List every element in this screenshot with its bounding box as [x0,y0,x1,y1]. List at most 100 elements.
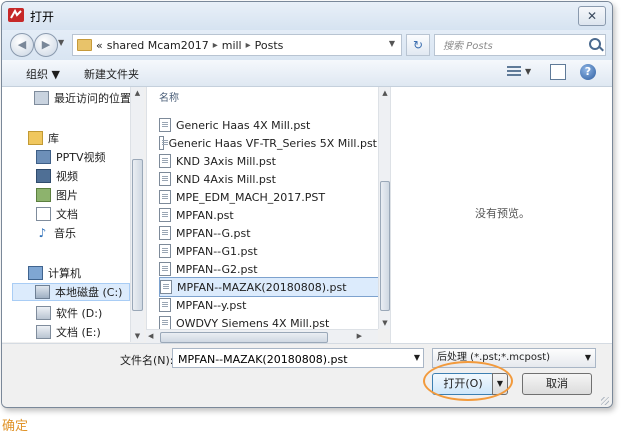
file-item[interactable]: MPFAN--G.pst [159,224,377,242]
breadcrumb-separator-icon[interactable]: ▸ [213,40,218,51]
nav-item-videos[interactable]: 视频 [36,167,78,185]
file-name: KND 3Axis Mill.pst [176,154,276,168]
pst-file-icon [159,190,171,204]
nav-item-pptv[interactable]: PPTV视频 [36,148,106,166]
nav-item-library[interactable]: 库 [28,129,59,147]
caption-text: 确定 [2,419,29,434]
file-item[interactable]: Generic Haas VF-TR_Series 5X Mill.pst [159,134,377,152]
new-folder-button[interactable]: 新建文件夹 [84,66,139,82]
app-icon [8,8,24,22]
organize-menu[interactable]: 组织 ▼ [26,66,60,82]
nav-item-local-disk-c[interactable]: 本地磁盘 (C:) [12,283,130,301]
file-name: Generic Haas VF-TR_Series 5X Mill.pst [168,136,377,150]
file-item[interactable]: MPFAN--G2.pst [159,260,377,278]
file-item[interactable]: Generic Haas 4X Mill.pst [159,116,377,134]
scroll-thumb[interactable] [160,332,328,343]
preview-pane-icon[interactable] [550,64,566,80]
cancel-button[interactable]: 取消 [522,373,592,395]
nav-item-pictures[interactable]: 图片 [36,186,78,204]
recent-places-icon [34,91,49,105]
breadcrumb-separator-icon[interactable]: ▸ [246,40,251,51]
recent-pages-dropdown[interactable]: ▼ [58,38,64,47]
file-item[interactable]: KND 3Axis Mill.pst [159,152,377,170]
pst-file-icon [159,262,171,276]
video-icon [36,169,51,183]
breadcrumb-mill[interactable]: mill [222,39,242,52]
nav-item-label: 文档 [56,208,78,221]
pst-file-icon [159,172,171,186]
forward-button[interactable]: ▶ [34,33,58,57]
address-bar[interactable]: « shared Mcam2017 ▸ mill ▸ Posts ▼ [72,34,402,56]
preview-pane: 没有预览。 [390,87,612,343]
close-button[interactable]: ✕ [578,6,606,26]
window-title: 打开 [30,10,55,24]
file-name: MPFAN.pst [176,208,234,222]
pst-file-icon [159,208,171,222]
pst-file-icon [159,136,168,150]
nav-item-label: 本地磁盘 (C:) [55,286,123,299]
drive-icon [36,306,51,320]
title-bar: 打开 ✕ [2,2,612,30]
navigation-pane: 最近访问的位置 库 PPTV视频 视频 图片 文档 ♪ 音乐 计算机 本地磁盘 … [2,87,130,342]
file-item[interactable]: MPFAN.pst [159,206,377,224]
pst-file-icon [159,118,171,132]
file-item[interactable]: OWDVY Siemens 4X Mill.pst [159,314,377,329]
address-row: ◀ ▶ ▼ « shared Mcam2017 ▸ mill ▸ Posts ▼… [2,30,612,60]
file-item[interactable]: MPFAN--G1.pst [159,242,377,260]
filename-combobox[interactable]: ▼ [172,348,424,368]
file-name: MPFAN--y.pst [176,298,247,312]
computer-icon [28,266,43,280]
refresh-button[interactable]: ↻ [406,34,430,56]
scroll-right-icon[interactable]: ▶ [357,332,362,340]
breadcrumb-overflow[interactable]: « [96,39,103,52]
file-item[interactable]: MPFAN--y.pst [159,296,377,314]
file-list-horizontal-scrollbar[interactable]: ◀ ▶ [146,329,378,344]
pst-file-icon [159,298,171,312]
file-name: MPFAN--G.pst [176,226,251,240]
file-list: 名称 Generic Haas 4X Mill.pst Generic Haas… [146,87,379,329]
view-dropdown-icon[interactable]: ▼ [525,67,531,76]
scroll-thumb[interactable] [380,181,390,311]
scroll-up-icon[interactable]: ▲ [131,89,144,97]
filename-dropdown-icon[interactable]: ▼ [414,353,420,362]
nav-item-label: 视频 [56,170,78,183]
close-icon: ✕ [586,9,598,23]
column-header-name[interactable]: 名称 [159,89,179,104]
file-item[interactable]: MPE_EDM_MACH_2017.PST [159,188,377,206]
back-button[interactable]: ◀ [10,33,34,57]
scroll-down-icon[interactable]: ▼ [131,332,144,340]
nav-item-label: 图片 [56,189,78,202]
local-disk-icon [35,285,50,299]
documents-icon [36,207,51,221]
breadcrumb-shared-mcam2017[interactable]: shared Mcam2017 [107,39,209,52]
nav-item-drive-e[interactable]: 文档 (E:) [36,323,101,341]
nav-item-computer[interactable]: 计算机 [28,264,81,282]
file-name: MPE_EDM_MACH_2017.PST [176,190,326,204]
nav-item-documents[interactable]: 文档 [36,205,78,223]
filter-dropdown-icon[interactable]: ▼ [585,349,591,367]
scroll-thumb[interactable] [132,159,143,311]
nav-item-label: 软件 (D:) [56,307,103,320]
search-input[interactable] [441,38,585,54]
pst-file-icon [159,316,171,329]
file-name: MPFAN--G2.pst [176,262,258,276]
nav-item-label: 音乐 [54,227,76,240]
nav-item-label: PPTV视频 [56,151,106,164]
breadcrumb-posts[interactable]: Posts [255,39,284,52]
search-box[interactable] [434,34,606,56]
open-file-dialog: 打开 ✕ ◀ ▶ ▼ « shared Mcam2017 ▸ mill ▸ Po… [1,1,613,408]
nav-item-drive-d[interactable]: 软件 (D:) [36,304,102,322]
help-icon[interactable]: ? [580,64,596,80]
scroll-left-icon[interactable]: ◀ [148,332,153,340]
address-dropdown-icon[interactable]: ▼ [389,39,395,48]
search-icon[interactable] [589,38,601,50]
file-name: KND 4Axis Mill.pst [176,172,276,186]
nav-item-music[interactable]: ♪ 音乐 [36,224,76,242]
pst-file-icon [159,154,171,168]
filename-input[interactable] [176,351,408,367]
file-item[interactable]: KND 4Axis Mill.pst [159,170,377,188]
nav-item-recent-places[interactable]: 最近访问的位置 [34,89,130,107]
navigation-scrollbar[interactable]: ▲ ▼ [130,87,144,342]
resize-grip-icon[interactable] [601,397,609,405]
file-item-selected[interactable]: MPFAN--MAZAK(20180808).pst [159,277,379,297]
